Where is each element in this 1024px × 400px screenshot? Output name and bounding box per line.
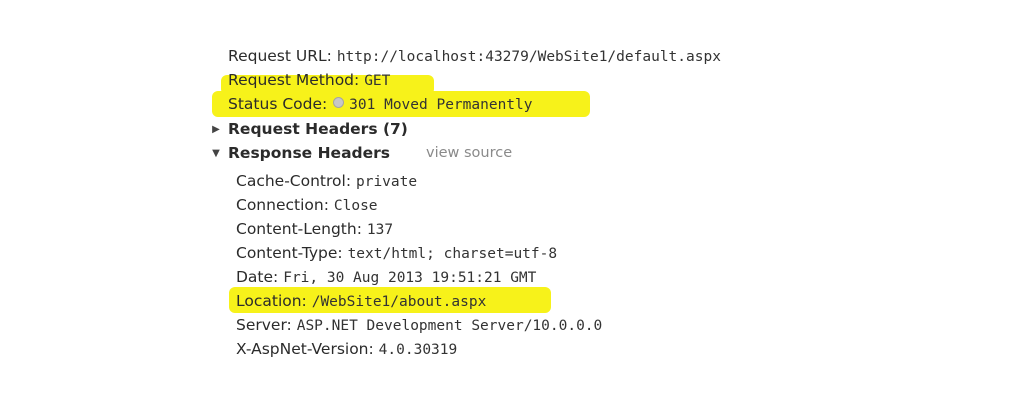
status-dot-icon xyxy=(333,97,345,108)
header-key: X-AspNet-Version: xyxy=(236,340,374,358)
header-row-x-aspnet-version: X-AspNet-Version: 4.0.30319 xyxy=(236,339,457,359)
header-row-location: Location: /WebSite1/about.aspx xyxy=(236,291,486,311)
header-value: 137 xyxy=(366,222,394,238)
header-key: Server: xyxy=(236,316,292,334)
header-key: Cache-Control: xyxy=(236,172,352,190)
header-key: Content-Type: xyxy=(236,244,343,262)
view-source-link[interactable]: view source xyxy=(426,143,512,163)
header-key: Location: xyxy=(236,292,307,310)
request-headers-toggle[interactable]: Request Headers (7) xyxy=(228,119,408,139)
header-key: Content-Length: xyxy=(236,220,362,238)
header-row-connection: Connection: Close xyxy=(236,195,378,215)
response-headers-toggle[interactable]: Response Headers xyxy=(228,143,390,163)
header-value: ASP.NET Development Server/10.0.0.0 xyxy=(296,318,603,334)
header-row-cache-control: Cache-Control: private xyxy=(236,171,417,191)
header-row-date: Date: Fri, 30 Aug 2013 19:51:21 GMT xyxy=(236,267,536,287)
header-value: Fri, 30 Aug 2013 19:51:21 GMT xyxy=(283,270,537,286)
request-url-label: Request URL: xyxy=(228,47,332,65)
request-url-row: Request URL: http://localhost:43279/WebS… xyxy=(228,46,721,66)
view-source-label[interactable]: view source xyxy=(426,145,512,161)
header-value: Close xyxy=(333,198,378,214)
request-method-label: Request Method: xyxy=(228,71,360,89)
response-headers-label[interactable]: Response Headers xyxy=(228,144,390,162)
header-row-content-type: Content-Type: text/html; charset=utf-8 xyxy=(236,243,557,263)
header-key: Connection: xyxy=(236,196,329,214)
triangle-right-icon[interactable]: ▶ xyxy=(211,125,221,135)
header-value: text/html; charset=utf-8 xyxy=(347,246,558,262)
header-row-content-length: Content-Length: 137 xyxy=(236,219,393,239)
header-row-server: Server: ASP.NET Development Server/10.0.… xyxy=(236,315,602,335)
status-code-label: Status Code: xyxy=(228,95,328,113)
request-url-value: http://localhost:43279/WebSite1/default.… xyxy=(336,49,721,65)
request-headers-label[interactable]: Request Headers (7) xyxy=(228,120,408,138)
triangle-down-icon[interactable]: ▼ xyxy=(211,149,221,159)
header-value: 4.0.30319 xyxy=(378,342,458,358)
request-method-row: Request Method: GET xyxy=(228,70,390,90)
network-headers-panel: Request URL: http://localhost:43279/WebS… xyxy=(0,0,1024,400)
status-code-row: Status Code: 301 Moved Permanently xyxy=(228,94,533,114)
status-code-value: 301 Moved Permanently xyxy=(349,97,533,113)
request-method-value: GET xyxy=(364,73,391,89)
header-value: private xyxy=(355,174,418,190)
header-key: Date: xyxy=(236,268,279,286)
header-value: /WebSite1/about.aspx xyxy=(311,294,487,310)
